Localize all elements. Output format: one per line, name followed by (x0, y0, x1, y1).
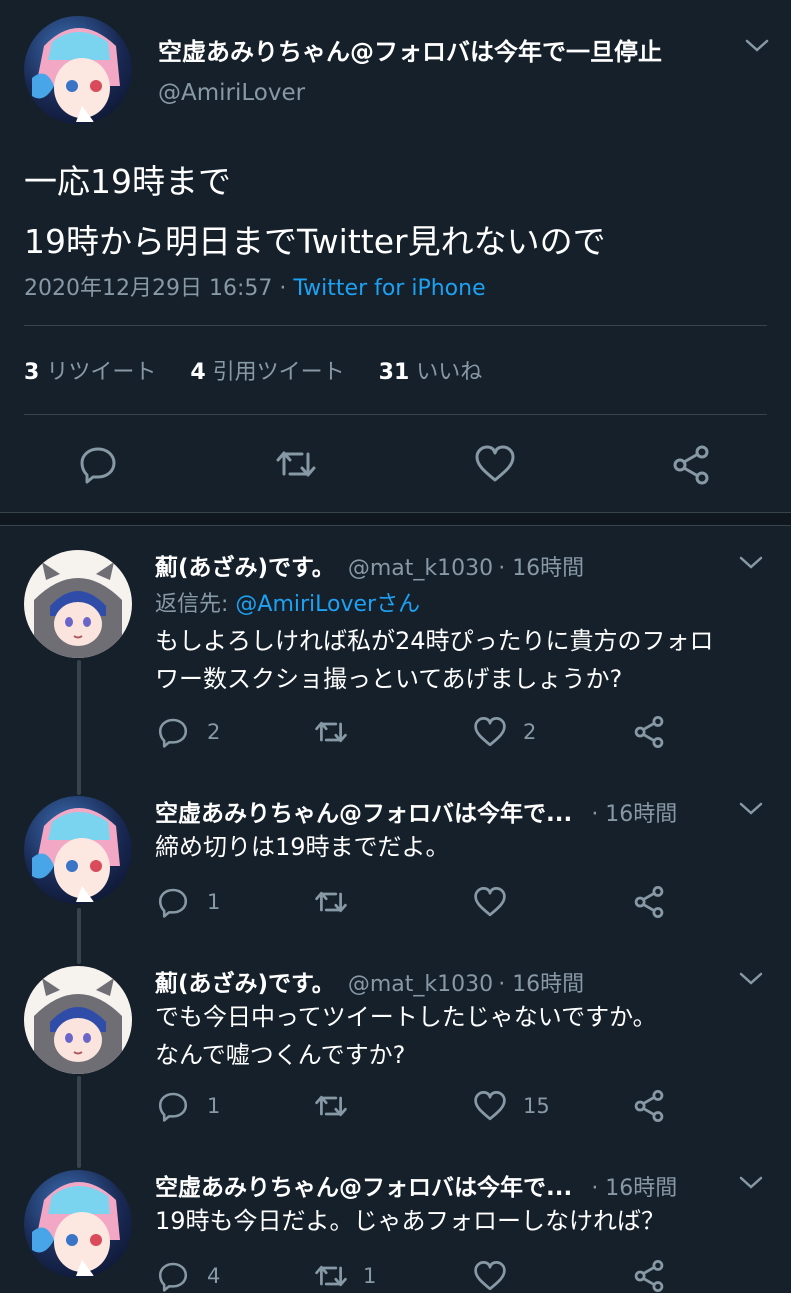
reply-icon[interactable] (157, 1260, 189, 1292)
share-icon[interactable] (670, 444, 712, 486)
main-tweet-text: 一応19時まで 19時から明日までTwitter見れないので (24, 152, 606, 272)
chevron-down-icon[interactable] (738, 801, 764, 817)
like-icon[interactable] (474, 444, 516, 484)
reply-time[interactable]: · 16時間 (498, 972, 584, 997)
reply-time[interactable]: · 16時間 (591, 1176, 677, 1201)
main-tweet-meta: 2020年12月29日 16:57 · Twitter for iPhone (24, 270, 486, 302)
retweets-label: リツイート (46, 360, 157, 385)
retweet-icon[interactable] (274, 444, 318, 484)
reply-header: 薊(あざみ)です。 @mat_k1030 · 16時間 (155, 548, 584, 582)
reply-count: 2 (207, 720, 221, 744)
chevron-down-icon[interactable] (738, 971, 764, 987)
retweets-count: 3 (24, 360, 40, 385)
reply-text-line: なんで嘘つくんですか? (155, 1041, 406, 1069)
reply-avatar[interactable] (24, 550, 132, 658)
reply-display-name[interactable]: 薊(あざみ)です。 (155, 971, 335, 997)
reply-header: 空虚あみりちゃん@フォロバは今年で... · 16時間 (155, 1168, 677, 1202)
share-icon[interactable] (632, 715, 666, 749)
like-icon[interactable] (473, 1090, 507, 1122)
thread-line (77, 1076, 81, 1168)
main-display-name[interactable]: 空虚あみりちゃん@フォロバは今年で一旦停止 (158, 32, 662, 67)
reply-count: 1 (207, 1094, 221, 1118)
reply-text: でも今日中ってツイートしたじゃないですか。 なんで嘘つくんですか? (155, 998, 657, 1074)
reply-text: 19時も今日だよ。じゃあフォローしなければ？ (155, 1202, 665, 1240)
source-link[interactable]: Twitter for iPhone (293, 276, 485, 301)
reply-avatar[interactable] (24, 796, 132, 904)
reply-icon[interactable] (157, 716, 189, 748)
reply-text-line: 19時も今日だよ。じゃあフォローしなければ？ (155, 1207, 666, 1235)
divider (24, 414, 767, 415)
reply-avatar[interactable] (24, 1170, 132, 1278)
meta-separator: · (279, 276, 287, 301)
thread-line (77, 908, 81, 964)
tweet-stats: 3 リツイート 4 引用ツイート 31 いいね (24, 354, 482, 386)
reply-text: 締め切りは19時までだよ。 (155, 828, 450, 866)
reply-time[interactable]: · 16時間 (591, 802, 677, 827)
retweets-stat[interactable]: 3 リツイート (24, 360, 163, 385)
replying-to-handle[interactable]: @AmiriLoverさん (235, 592, 420, 617)
retweet-icon[interactable] (313, 1260, 349, 1292)
retweet-icon[interactable] (313, 886, 349, 918)
tweet-text-line: 一応19時まで (24, 162, 231, 201)
likes-stat[interactable]: 31 いいね (379, 360, 483, 385)
reply-text: もしよろしければ私が24時ぴったりに貴方のフォロ ワー数スクショ撮っといてあげま… (155, 622, 714, 698)
share-icon[interactable] (632, 1089, 666, 1123)
reply-handle[interactable]: @mat_k1030 (348, 556, 493, 581)
retweet-icon[interactable] (313, 716, 349, 748)
likes-label: いいね (416, 360, 483, 385)
likes-count: 31 (378, 360, 410, 385)
reply-handle[interactable]: @mat_k1030 (348, 972, 493, 997)
reply-display-name[interactable]: 薊(あざみ)です。 (155, 555, 335, 581)
replying-to-label: 返信先: (155, 592, 236, 617)
like-icon[interactable] (473, 716, 507, 748)
thread-line (77, 660, 81, 795)
reply-count: 4 (207, 1264, 221, 1288)
main-handle[interactable]: @AmiriLover (158, 80, 305, 106)
reply-header: 薊(あざみ)です。 @mat_k1030 · 16時間 (155, 964, 584, 998)
reply-text-line: もしよろしければ私が24時ぴったりに貴方のフォロ (155, 627, 714, 655)
reply-text-line: 締め切りは19時までだよ。 (155, 833, 450, 861)
chevron-down-icon[interactable] (738, 555, 764, 571)
reply-icon[interactable] (157, 886, 189, 918)
like-count: 15 (523, 1094, 550, 1118)
like-count: 2 (523, 720, 537, 744)
reply-display-name[interactable]: 空虚あみりちゃん@フォロバは今年で... (155, 801, 572, 827)
reply-count: 1 (207, 890, 221, 914)
like-icon[interactable] (473, 886, 507, 918)
reply-header: 空虚あみりちゃん@フォロバは今年で... · 16時間 (155, 794, 677, 828)
like-icon[interactable] (473, 1260, 507, 1292)
chevron-down-icon[interactable] (744, 38, 770, 54)
share-icon[interactable] (632, 1259, 666, 1293)
quotes-count: 4 (190, 360, 206, 385)
main-timestamp[interactable]: 2020年12月29日 16:57 (24, 276, 272, 301)
reply-text-line: でも今日中ってツイートしたじゃないですか。 (155, 1003, 657, 1031)
retweet-count: 1 (363, 1264, 377, 1288)
main-author-avatar[interactable] (24, 16, 132, 124)
reply-text-line: ワー数スクショ撮っといてあげましょうか? (155, 665, 623, 693)
quotes-stat[interactable]: 4 引用ツイート (190, 360, 351, 385)
reply-time[interactable]: · 16時間 (498, 556, 584, 581)
reply-display-name[interactable]: 空虚あみりちゃん@フォロバは今年で... (155, 1175, 572, 1201)
reply-icon[interactable] (157, 1090, 189, 1122)
divider (24, 325, 767, 326)
tweet-text-line: 19時から明日までTwitter見れないので (24, 222, 606, 261)
quotes-label: 引用ツイート (212, 360, 345, 385)
reply-avatar[interactable] (24, 966, 132, 1074)
chevron-down-icon[interactable] (738, 1175, 764, 1191)
share-icon[interactable] (632, 885, 666, 919)
retweet-icon[interactable] (313, 1090, 349, 1122)
section-separator (0, 512, 791, 526)
replying-to: 返信先: @AmiriLoverさん (155, 586, 420, 618)
reply-icon[interactable] (78, 444, 118, 484)
